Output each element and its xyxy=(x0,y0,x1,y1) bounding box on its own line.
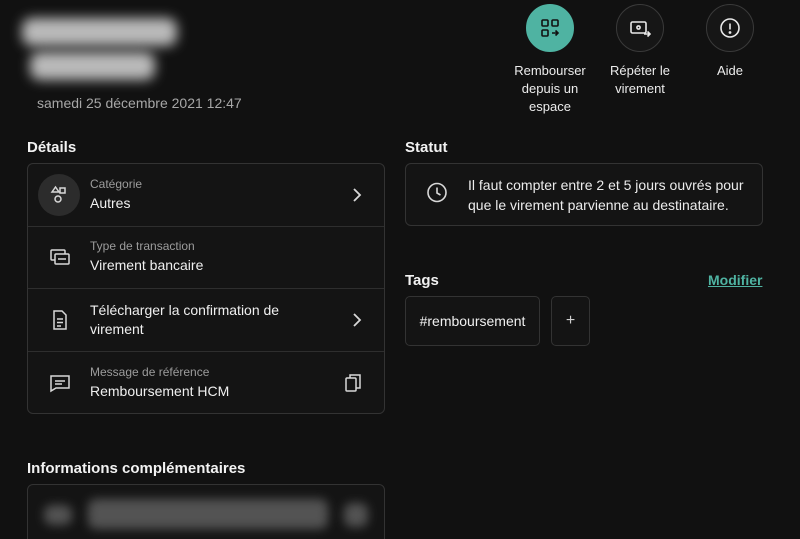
category-shapes-icon xyxy=(50,185,66,203)
help-action[interactable]: Aide xyxy=(685,4,775,116)
help-button[interactable] xyxy=(706,4,754,52)
status-message: Il faut compter entre 2 et 5 jours ouvré… xyxy=(468,176,744,213)
transaction-date: samedi 25 décembre 2021 12:47 xyxy=(37,95,242,111)
help-label: Aide xyxy=(716,63,744,78)
category-icon-wrap xyxy=(38,173,80,216)
tags-title: Tags xyxy=(405,272,439,289)
repeat-transfer-button[interactable] xyxy=(616,4,664,52)
redacted-icon xyxy=(44,505,72,525)
status-card: Il faut compter entre 2 et 5 jours ouvré… xyxy=(405,163,763,226)
refund-from-space-button[interactable] xyxy=(526,4,574,52)
details-card: Catégorie Autres Type de transaction Vir… xyxy=(27,163,385,414)
reference-message-label: Message de référence xyxy=(90,364,210,379)
bank-transfer-icon xyxy=(48,245,72,269)
message-icon xyxy=(48,371,72,395)
status-title: Statut xyxy=(405,139,448,156)
repeat-transfer-action[interactable]: Répéter le virement xyxy=(595,4,685,116)
reference-message-row: Message de référence Remboursement HCM xyxy=(28,352,384,415)
repeat-transfer-label: Répéter le virement xyxy=(610,63,670,96)
chevron-right-icon xyxy=(352,187,362,203)
more-info-title: Informations complémentaires xyxy=(27,460,246,477)
reference-message-value: Remboursement HCM xyxy=(90,382,230,399)
transaction-type-row: Type de transaction Virement bancaire xyxy=(28,227,384,289)
modify-tags-link[interactable]: Modifier xyxy=(708,272,762,288)
info-icon xyxy=(720,18,740,38)
more-info-card xyxy=(27,484,385,539)
redacted-amount xyxy=(30,52,155,80)
space-transfer-icon xyxy=(541,19,560,37)
chevron-right-icon xyxy=(352,312,362,328)
document-icon xyxy=(48,308,72,332)
download-confirmation-row[interactable]: Télécharger la confirmation de virement xyxy=(28,289,384,352)
transaction-detail-page: samedi 25 décembre 2021 12:47 Rembourser… xyxy=(0,0,800,539)
transaction-type-label: Type de transaction xyxy=(90,239,195,254)
tag-chip[interactable]: #remboursement xyxy=(405,296,540,346)
transaction-type-value: Virement bancaire xyxy=(90,257,204,274)
download-confirmation-label: Télécharger la confirmation de virement xyxy=(90,301,280,337)
category-label: Catégorie xyxy=(90,176,143,191)
category-row[interactable]: Catégorie Autres xyxy=(28,164,384,227)
redacted-trailing xyxy=(344,503,368,527)
refund-from-space-label: Rembourser depuis un espace xyxy=(514,63,586,114)
action-bar: Rembourser depuis un espace Répéter le v… xyxy=(505,4,775,116)
clock-icon xyxy=(426,181,448,208)
refund-from-space-action[interactable]: Rembourser depuis un espace xyxy=(505,4,595,116)
category-value: Autres xyxy=(90,194,131,211)
redacted-text xyxy=(88,499,328,529)
redacted-title xyxy=(22,18,177,46)
add-tag-button[interactable]: + xyxy=(551,296,590,346)
details-title: Détails xyxy=(27,139,77,156)
repeat-transfer-icon xyxy=(630,21,651,38)
copy-icon[interactable] xyxy=(344,373,362,393)
